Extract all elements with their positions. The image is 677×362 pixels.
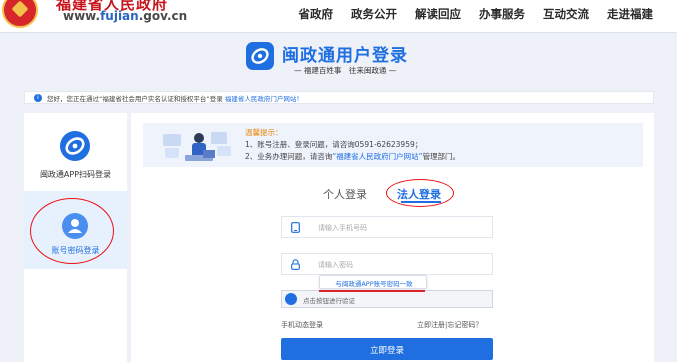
app-scan-icon (60, 131, 90, 161)
phone-placeholder: 请输入手机号码 (318, 224, 367, 232)
annotation-circle-password-login (30, 198, 114, 264)
verify-text: 点击按钮进行验证 (303, 297, 355, 305)
nav-item-services[interactable]: 办事服务 (479, 6, 525, 22)
sidebar-item-app-scan[interactable]: 闽政通APP扫码登录 (24, 113, 127, 191)
tips-line-2: 2、业务办理问题，请咨询“福建省人民政府门户网站”管理部门。 (245, 152, 461, 161)
notice-bar: i 您好，您正在通过“福建省社会用户实名认证和授权平台”登录 福建省人民政府门户… (24, 91, 654, 104)
login-panel: 温馨提示： 1、账号注册、登录问题，请咨询0591-62623959； 2、业务… (131, 113, 654, 362)
password-placeholder: 请输入密码 (318, 261, 353, 269)
nav-item-interaction[interactable]: 互动交流 (543, 6, 589, 22)
password-hint-tooltip: 与闽政通APP账号密码一致 (319, 275, 427, 289)
nav-item-about-fujian[interactable]: 走进福建 (607, 6, 653, 22)
top-header: 福建省人民政府 www.fujian.gov.cn 省政府 政务公开 解读回应 … (0, 0, 677, 33)
login-button-label: 立即登录 (369, 346, 404, 356)
tooltip-text: 与闽政通APP账号密码一致 (335, 280, 413, 288)
tips-line-1: 1、账号注册、登录问题，请咨询0591-62623959； (245, 140, 423, 149)
nav-item-interpretation[interactable]: 解读回应 (415, 6, 461, 22)
page-subtitle: — 福建百姓事 往来闽政通 — (294, 66, 397, 75)
sidebar-item-label: 闽政通APP扫码登录 (39, 170, 112, 179)
annotation-underline (319, 290, 425, 292)
lock-icon (291, 259, 300, 270)
login-banner: 闽政通用户登录 — 福建百姓事 往来闽政通 — (0, 33, 677, 83)
phone-field[interactable]: 请输入手机号码 (281, 216, 493, 238)
login-button[interactable]: 立即登录 (281, 338, 493, 360)
nav-item-gov-affairs[interactable]: 政务公开 (351, 6, 397, 22)
site-url: www.fujian.gov.cn (63, 9, 188, 23)
captcha-verify-bar[interactable]: 点击按钮进行验证 (281, 290, 493, 308)
password-field[interactable]: 请输入密码 (281, 253, 493, 275)
tips-box: 温馨提示： 1、账号注册、登录问题，请咨询0591-62623959； 2、业务… (143, 123, 643, 167)
portal-link[interactable]: 福建省人民政府门户网站！ (225, 95, 303, 103)
mzt-app-logo-icon (246, 42, 274, 70)
tab-personal-login[interactable]: 个人登录 (323, 186, 367, 202)
info-icon: i (34, 94, 42, 102)
forgot-password-link[interactable]: 忘记密码？ (447, 321, 482, 329)
sms-login-link[interactable]: 手机动态登录 (281, 320, 323, 330)
page-title: 闽政通用户登录 (282, 46, 408, 66)
verify-button[interactable] (285, 293, 297, 305)
main-nav: 省政府 政务公开 解读回应 办事服务 互动交流 走进福建 (299, 6, 654, 22)
annotation-circle-legal-tab (386, 179, 454, 207)
phone-icon (291, 222, 300, 233)
account-links: 立即注册|忘记密码？ (417, 320, 482, 330)
national-emblem-icon (2, 0, 38, 28)
tips-title: 温馨提示： (245, 128, 283, 137)
register-link[interactable]: 立即注册 (417, 321, 445, 329)
notice-text: 您好，您正在通过“福建省社会用户实名认证和授权平台”登录 福建省人民政府门户网站… (47, 95, 303, 103)
customer-service-illustration-icon (163, 132, 231, 161)
portal-link[interactable]: “福建省人民政府门户网站” (332, 152, 422, 161)
nav-item-province-gov[interactable]: 省政府 (299, 6, 334, 22)
